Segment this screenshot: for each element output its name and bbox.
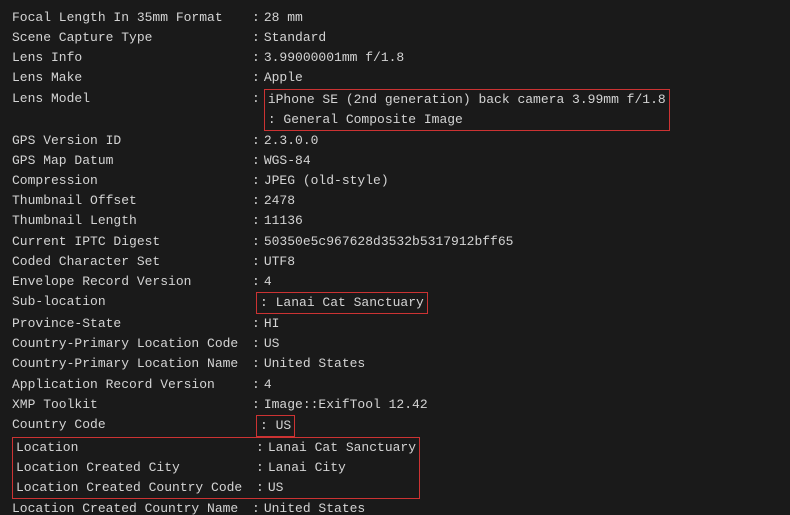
table-row: Lens Make : Apple bbox=[12, 68, 778, 88]
table-row: Location Created City : Lanai City bbox=[16, 458, 416, 478]
row-label: GPS Version ID bbox=[12, 131, 252, 151]
table-row: Country-Primary Location Code : US bbox=[12, 334, 778, 354]
row-value: : US bbox=[256, 415, 295, 437]
row-value: United States bbox=[264, 354, 365, 374]
row-label: Lens Make bbox=[12, 68, 252, 88]
row-value: UTF8 bbox=[264, 252, 295, 272]
main-container: Focal Length In 35mm Format : 28 mm Scen… bbox=[0, 0, 790, 515]
row-label: Province-State bbox=[12, 314, 252, 334]
row-label: Sub-location bbox=[12, 292, 252, 314]
table-row: Sub-location : Lanai Cat Sanctuary bbox=[12, 292, 778, 314]
table-row: GPS Version ID : 2.3.0.0 bbox=[12, 131, 778, 151]
table-row: Country Code : US bbox=[12, 415, 778, 437]
table-row: Location : Lanai Cat Sanctuary bbox=[16, 438, 416, 458]
row-label: Focal Length In 35mm Format bbox=[12, 8, 252, 28]
row-value: HI bbox=[264, 314, 280, 334]
row-label: Current IPTC Digest bbox=[12, 232, 252, 252]
row-value: iPhone SE (2nd generation) back camera 3… bbox=[264, 89, 670, 131]
row-label: Envelope Record Version bbox=[12, 272, 252, 292]
row-value: : Lanai Cat Sanctuary bbox=[256, 292, 428, 314]
row-value: US bbox=[268, 478, 284, 498]
row-value: 2478 bbox=[264, 191, 295, 211]
table-row: Location Created Country Code : US bbox=[16, 478, 416, 498]
row-label: Country-Primary Location Code bbox=[12, 334, 252, 354]
table-row: Compression : JPEG (old-style) bbox=[12, 171, 778, 191]
table-row: Thumbnail Offset : 2478 bbox=[12, 191, 778, 211]
row-value: 4 bbox=[264, 272, 272, 292]
table-row: Envelope Record Version : 4 bbox=[12, 272, 778, 292]
row-value: US bbox=[264, 334, 280, 354]
row-label: Coded Character Set bbox=[12, 252, 252, 272]
row-value: 2.3.0.0 bbox=[264, 131, 319, 151]
row-value: 50350e5c967628d3532b5317912bff65 bbox=[264, 232, 514, 252]
row-value: Lanai Cat Sanctuary bbox=[268, 438, 416, 458]
row-label: GPS Map Datum bbox=[12, 151, 252, 171]
lens-model-value: iPhone SE (2nd generation) back camera 3… bbox=[268, 90, 666, 110]
row-label: Country Code bbox=[12, 415, 252, 437]
row-label: Location bbox=[16, 438, 256, 458]
row-label: Compression bbox=[12, 171, 252, 191]
row-label: Location Created Country Name bbox=[12, 499, 252, 515]
row-value: 3.99000001mm f/1.8 bbox=[264, 48, 404, 68]
table-row: Scene Capture Type : Standard bbox=[12, 28, 778, 48]
row-label: Thumbnail Length bbox=[12, 211, 252, 231]
row-value: WGS-84 bbox=[264, 151, 311, 171]
row-value: JPEG (old-style) bbox=[264, 171, 389, 191]
table-row: Focal Length In 35mm Format : 28 mm bbox=[12, 8, 778, 28]
row-value: United States bbox=[264, 499, 365, 515]
table-row: Application Record Version : 4 bbox=[12, 375, 778, 395]
row-value: 28 mm bbox=[264, 8, 303, 28]
table-row: XMP Toolkit : Image::ExifTool 12.42 bbox=[12, 395, 778, 415]
table-row: GPS Map Datum : WGS-84 bbox=[12, 151, 778, 171]
row-label: Lens Info bbox=[12, 48, 252, 68]
row-label: Thumbnail Offset bbox=[12, 191, 252, 211]
row-label: Location Created Country Code bbox=[16, 478, 256, 498]
table-row: Province-State : HI bbox=[12, 314, 778, 334]
row-value: 4 bbox=[264, 375, 272, 395]
table-row: Current IPTC Digest : 50350e5c967628d353… bbox=[12, 232, 778, 252]
row-label: Country-Primary Location Name bbox=[12, 354, 252, 374]
row-label: Application Record Version bbox=[12, 375, 252, 395]
table-row: Location Created Country Name : United S… bbox=[12, 499, 778, 515]
table-row: Country-Primary Location Name : United S… bbox=[12, 354, 778, 374]
location-block: Location : Lanai Cat Sanctuary Location … bbox=[12, 437, 420, 499]
row-value: 11136 bbox=[264, 211, 303, 231]
table-row: Thumbnail Length : 11136 bbox=[12, 211, 778, 231]
table-row: Lens Model : iPhone SE (2nd generation) … bbox=[12, 89, 778, 131]
row-value: Lanai City bbox=[268, 458, 346, 478]
composite-image-label: : General Composite Image bbox=[268, 110, 666, 130]
row-value: Image::ExifTool 12.42 bbox=[264, 395, 428, 415]
row-label: Location Created City bbox=[16, 458, 256, 478]
row-value: Standard bbox=[264, 28, 326, 48]
row-label: XMP Toolkit bbox=[12, 395, 252, 415]
row-value: Apple bbox=[264, 68, 303, 88]
table-row: Lens Info : 3.99000001mm f/1.8 bbox=[12, 48, 778, 68]
row-label: Scene Capture Type bbox=[12, 28, 252, 48]
table-row: Coded Character Set : UTF8 bbox=[12, 252, 778, 272]
row-label: Lens Model bbox=[12, 89, 252, 131]
